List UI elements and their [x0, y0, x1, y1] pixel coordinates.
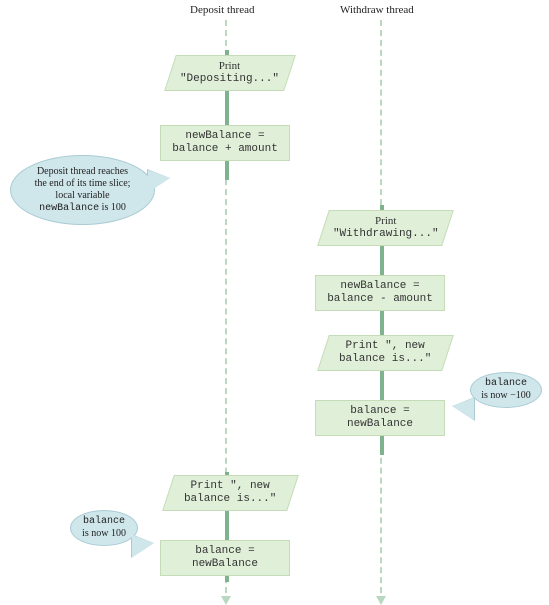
- text: "Withdrawing...": [333, 228, 439, 241]
- deposit-print-newbalance: Print ", new balance is...": [162, 475, 299, 511]
- text: balance =: [350, 405, 409, 418]
- text: Print ", new: [339, 340, 431, 353]
- lane-label-deposit: Deposit thread: [190, 4, 254, 16]
- text: Print: [180, 60, 279, 73]
- deposit-timeline: [225, 20, 227, 603]
- text: balance + amount: [172, 143, 278, 156]
- text: is now 100: [82, 528, 126, 540]
- text: local variable: [55, 190, 109, 202]
- withdraw-timeline: [380, 20, 382, 603]
- deposit-assign-balance: balance = newBalance: [160, 540, 290, 576]
- text: balance is...": [184, 493, 276, 506]
- text: balance =: [195, 545, 254, 558]
- text: newBalance: [347, 418, 413, 431]
- callout-deposit-timeslice: Deposit thread reaches the end of its ti…: [10, 155, 155, 225]
- withdraw-compute-newbalance: newBalance = balance - amount: [315, 275, 445, 311]
- text: balance is...": [339, 353, 431, 366]
- withdraw-assign-balance: balance = newBalance: [315, 400, 445, 436]
- text: the end of its time slice;: [35, 178, 131, 190]
- text: balance: [83, 516, 125, 528]
- text: Deposit thread reaches: [37, 166, 128, 178]
- text: balance - amount: [327, 293, 433, 306]
- text: newBalance: [192, 558, 258, 571]
- callout-tail: [132, 535, 154, 557]
- text: newBalance =: [185, 130, 264, 143]
- deposit-compute-newbalance: newBalance = balance + amount: [160, 125, 290, 161]
- text: newBalance: [39, 203, 99, 214]
- text: "Depositing...": [180, 73, 279, 86]
- text: is 100: [99, 202, 126, 213]
- text: newBalance =: [340, 280, 419, 293]
- lane-label-withdraw: Withdraw thread: [340, 4, 414, 16]
- callout-tail: [452, 398, 474, 420]
- withdraw-print-withdrawing: Print "Withdrawing...": [317, 210, 454, 246]
- withdraw-print-newbalance: Print ", new balance is...": [317, 335, 454, 371]
- callout-tail: [148, 170, 170, 192]
- deposit-print-depositing: Print "Depositing...": [164, 55, 296, 91]
- text: balance: [485, 378, 527, 390]
- callout-balance-neg100: balance is now −100: [470, 372, 542, 408]
- callout-balance-100: balance is now 100: [70, 510, 138, 546]
- text: is now −100: [481, 390, 531, 402]
- text: Print ", new: [184, 480, 276, 493]
- text: Print: [333, 215, 439, 228]
